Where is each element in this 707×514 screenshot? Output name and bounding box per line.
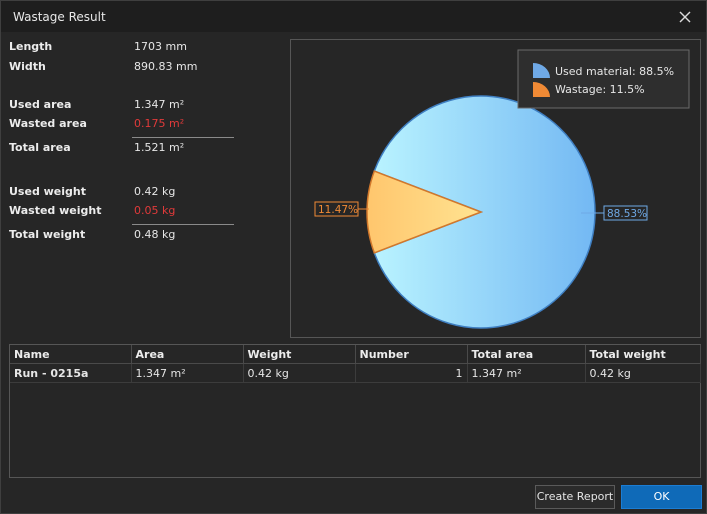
wasted-weight-value: 0.05 kg [134, 204, 176, 217]
area-divider [132, 137, 234, 138]
used-weight-value: 0.42 kg [134, 185, 176, 198]
column-header-area[interactable]: Area [131, 345, 244, 364]
total-area-label: Total area [9, 141, 71, 154]
dialog-title: Wastage Result [13, 10, 106, 24]
pie-chart: 88.53% 11.47% Used material: 88.5% Wastag… [314, 49, 690, 329]
used-weight-label: Used weight [9, 185, 86, 198]
cell-number: 1 [355, 363, 468, 383]
column-header-total-weight[interactable]: Total weight [585, 345, 701, 364]
parts-table: Name Area Weight Number Total area Total… [9, 344, 701, 478]
title-bar: Wastage Result [1, 1, 706, 32]
legend-used-label: Used material: 88.5% [555, 65, 674, 78]
cell-weight: 0.42 kg [243, 363, 356, 383]
used-area-label: Used area [9, 98, 72, 111]
column-header-total-area[interactable]: Total area [467, 345, 586, 364]
svg-text:88.53%: 88.53% [607, 208, 647, 220]
column-header-name[interactable]: Name [10, 345, 132, 364]
cell-area: 1.347 m² [131, 363, 244, 383]
pie-label-wastage: 11.47% [314, 201, 369, 217]
cell-total-weight: 0.42 kg [585, 363, 701, 383]
wasted-area-label: Wasted area [9, 117, 87, 130]
close-icon [679, 11, 691, 23]
close-button[interactable] [674, 6, 696, 28]
ok-button[interactable]: OK [621, 485, 702, 509]
total-weight-label: Total weight [9, 228, 86, 241]
wastage-result-dialog: Wastage Result Length 1703 mm Width 890.… [0, 0, 707, 514]
wasted-area-value: 0.175 m² [134, 117, 185, 130]
svg-text:11.47%: 11.47% [318, 204, 358, 216]
width-value: 890.83 mm [134, 60, 198, 73]
column-header-weight[interactable]: Weight [243, 345, 356, 364]
chart-legend: Used material: 88.5% Wastage: 11.5% [517, 49, 690, 109]
legend-wastage-label: Wastage: 11.5% [555, 83, 645, 96]
used-area-value: 1.347 m² [134, 98, 185, 111]
total-area-value: 1.521 m² [134, 141, 185, 154]
table-header-row: Name Area Weight Number Total area Total… [10, 345, 701, 364]
column-header-number[interactable]: Number [355, 345, 468, 364]
cell-name: Run - 0215a [10, 363, 132, 383]
length-label: Length [9, 40, 53, 53]
wasted-weight-label: Wasted weight [9, 204, 102, 217]
table-row[interactable]: Run - 0215a 1.347 m² 0.42 kg 1 1.347 m² … [10, 363, 701, 383]
width-label: Width [9, 60, 46, 73]
pie-chart-panel: 88.53% 11.47% Used material: 88.5% Wastag… [290, 39, 701, 338]
length-value: 1703 mm [134, 40, 187, 53]
create-report-button[interactable]: Create Report [535, 485, 615, 509]
cell-total-area: 1.347 m² [467, 363, 586, 383]
weight-divider [132, 224, 234, 225]
total-weight-value: 0.48 kg [134, 228, 176, 241]
